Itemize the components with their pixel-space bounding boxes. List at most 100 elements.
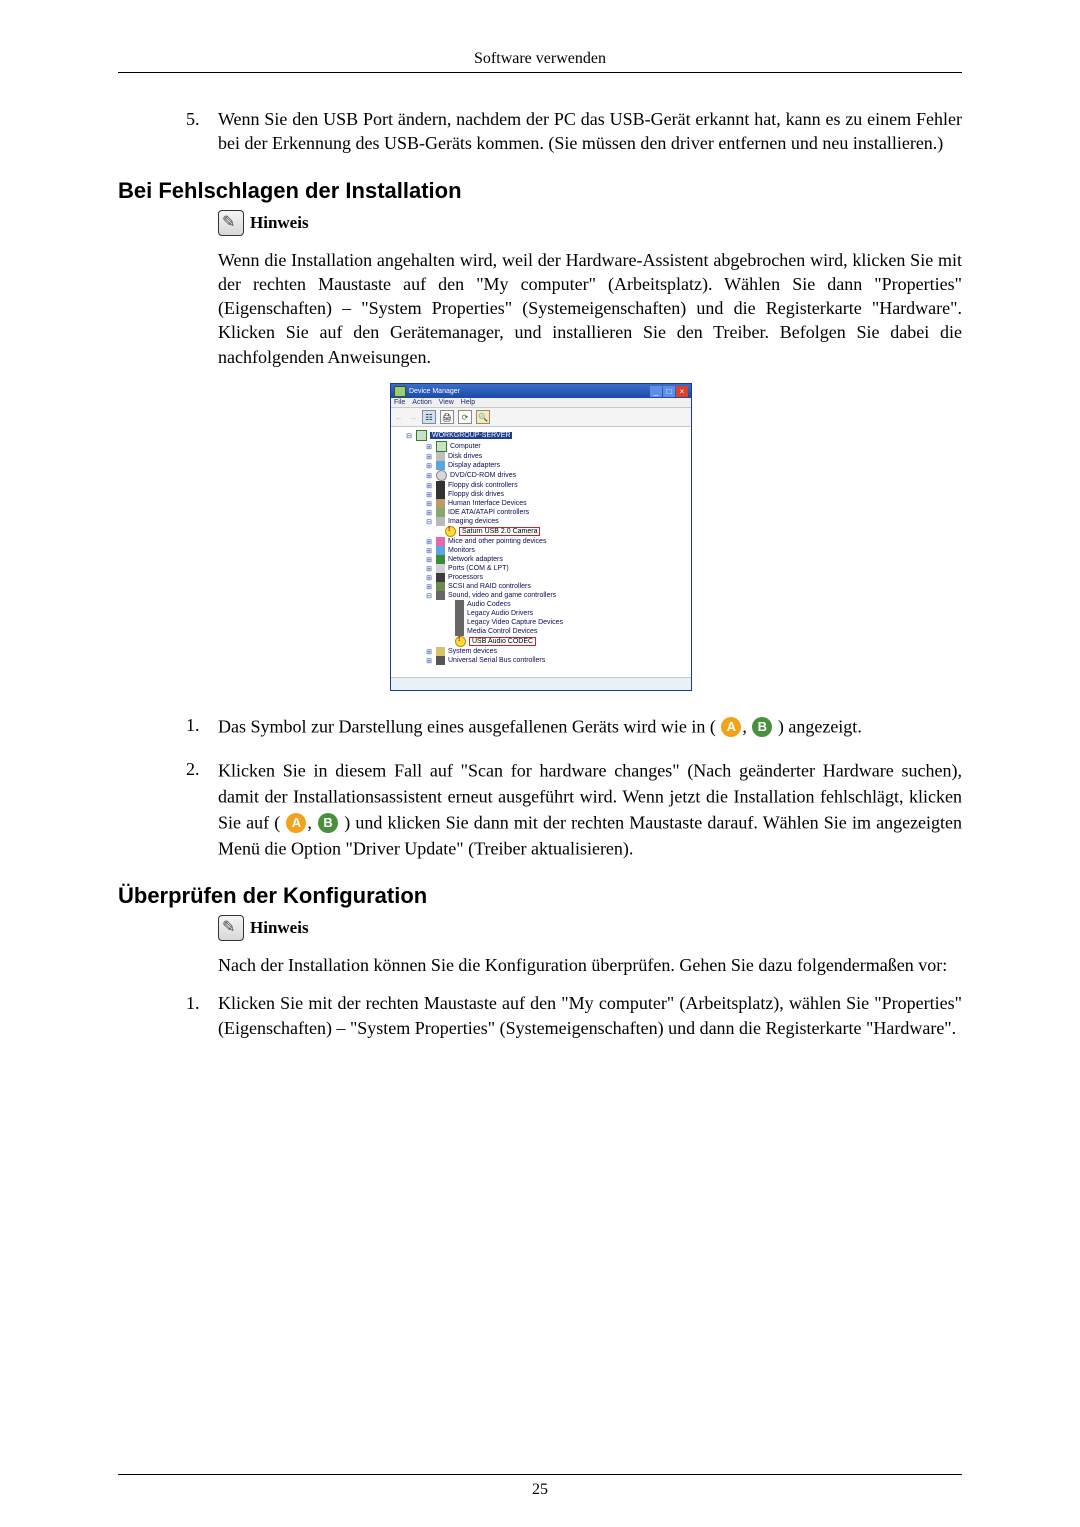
menu-view[interactable]: View	[439, 399, 454, 406]
device-icon	[436, 441, 447, 452]
tree-root[interactable]: WORKGROUP-SERVER	[430, 432, 512, 439]
badge-a-icon: A	[286, 813, 306, 833]
note-icon	[218, 210, 244, 236]
tree-node[interactable]: Media Control Devices	[467, 628, 537, 635]
warning-icon	[455, 636, 466, 647]
tree-body: ⊟ WORKGROUP-SERVER ⊞ Computer⊞ Disk driv…	[391, 427, 691, 677]
tree-sound[interactable]: Sound, video and game controllers	[448, 592, 556, 599]
note-icon	[218, 915, 244, 941]
tree-node[interactable]: Audio Codecs	[467, 601, 511, 608]
figure-device-manager: Device Manager _ □ × File Action View He…	[390, 383, 690, 691]
device-icon	[436, 564, 445, 573]
app-icon	[394, 386, 406, 397]
tree-node[interactable]: System devices	[448, 648, 497, 655]
tree-imaging[interactable]: Imaging devices	[448, 518, 499, 525]
menu-bar: File Action View Help	[391, 398, 691, 408]
list-item-sec2-1: 1. Klicken Sie mit der rechten Maustaste…	[118, 991, 962, 1040]
device-icon	[436, 508, 445, 517]
tree-node[interactable]: Legacy Video Capture Devices	[467, 619, 563, 626]
tree-node[interactable]: Monitors	[448, 547, 475, 554]
device-icon	[436, 582, 445, 591]
list-body: Klicken Sie mit der rechten Maustaste au…	[218, 991, 962, 1040]
device-icon	[436, 555, 445, 564]
note-label: Hinweis	[250, 918, 309, 938]
tree-node[interactable]: Computer	[450, 443, 481, 450]
toolbar-button[interactable]: ☷	[422, 410, 436, 424]
device-icon	[436, 461, 445, 470]
device-icon	[436, 573, 445, 582]
device-icon	[436, 490, 445, 499]
section1-paragraph: Wenn die Installation angehalten wird, w…	[218, 248, 962, 369]
list-body: Klicken Sie in diesem Fall auf "Scan for…	[218, 757, 962, 861]
tree-node[interactable]: IDE ATA/ATAPI controllers	[448, 509, 529, 516]
toolbar-button[interactable]: ⟳	[458, 410, 472, 424]
section-heading-install-fail: Bei Fehlschlagen der Installation	[118, 178, 962, 204]
device-icon	[436, 470, 447, 481]
list-item-5: 5. Wenn Sie den USB Port ändern, nachdem…	[118, 107, 962, 156]
header-rule	[118, 72, 962, 73]
device-icon	[436, 481, 445, 490]
menu-action[interactable]: Action	[412, 399, 431, 406]
list-number: 5.	[118, 107, 218, 156]
sound-child-icon	[455, 618, 464, 627]
page: Software verwenden 5. Wenn Sie den USB P…	[0, 0, 1080, 1527]
page-number: 25	[0, 1481, 1080, 1499]
tree-warn-camera[interactable]: Saturn USB 2.0 Camera	[459, 527, 540, 536]
tree-node[interactable]: Floppy disk controllers	[448, 482, 518, 489]
list-body: Wenn Sie den USB Port ändern, nachdem de…	[218, 107, 962, 156]
device-icon	[436, 647, 445, 656]
tree-node[interactable]: Legacy Audio Drivers	[467, 610, 533, 617]
tree-node[interactable]: SCSI and RAID controllers	[448, 583, 531, 590]
tree-node[interactable]: Ports (COM & LPT)	[448, 565, 509, 572]
sound-child-icon	[455, 600, 464, 609]
minimize-button[interactable]: _	[650, 386, 662, 397]
tree-node[interactable]: Universal Serial Bus controllers	[448, 657, 545, 664]
tree-node[interactable]: Mice and other pointing devices	[448, 538, 546, 545]
note-label: Hinweis	[250, 213, 309, 233]
section-heading-check-config: Überprüfen der Konfiguration	[118, 883, 962, 909]
sound-child-icon	[455, 627, 464, 636]
badge-b-icon: B	[318, 813, 338, 833]
menu-file[interactable]: File	[394, 399, 405, 406]
tree-warn-audio[interactable]: USB Audio CODEC	[469, 637, 536, 646]
badge-b-icon: B	[752, 717, 772, 737]
status-bar	[391, 677, 691, 690]
list-item-1b: 1. Das Symbol zur Darstellung eines ausg…	[118, 713, 962, 739]
tree-node[interactable]: Human Interface Devices	[448, 500, 527, 507]
tree-node[interactable]: DVD/CD-ROM drives	[450, 472, 516, 479]
list-number: 1.	[118, 991, 218, 1040]
close-button[interactable]: ×	[676, 386, 688, 397]
toolbar: ← → ☷ 🖨 ⟳ 🔍	[391, 408, 691, 427]
tree-node[interactable]: Network adapters	[448, 556, 503, 563]
list-number: 2.	[118, 757, 218, 861]
toolbar-button[interactable]: 🔍	[476, 410, 490, 424]
tree-node[interactable]: Disk drives	[448, 453, 482, 460]
window-titlebar: Device Manager _ □ ×	[391, 384, 691, 398]
tree-node[interactable]: Display adapters	[448, 462, 500, 469]
toolbar-button[interactable]: 🖨	[440, 410, 454, 424]
list-body: Das Symbol zur Darstellung eines ausgefa…	[218, 713, 962, 739]
section2-paragraph: Nach der Installation können Sie die Kon…	[218, 953, 962, 977]
device-icon	[436, 499, 445, 508]
device-manager-window: Device Manager _ □ × File Action View He…	[390, 383, 692, 691]
text-run: Das Symbol zur Darstellung eines ausgefa…	[218, 717, 716, 737]
tree-node[interactable]: Floppy disk drives	[448, 491, 504, 498]
list-item-2b: 2. Klicken Sie in diesem Fall auf "Scan …	[118, 757, 962, 861]
device-icon	[436, 537, 445, 546]
note-row: Hinweis	[218, 915, 962, 941]
maximize-button[interactable]: □	[663, 386, 675, 397]
list-number: 1.	[118, 713, 218, 739]
text-run: ) angezeigt.	[778, 717, 862, 737]
device-icon	[436, 656, 445, 665]
device-icon	[436, 452, 445, 461]
sound-icon	[436, 591, 445, 600]
device-icon	[436, 546, 445, 555]
tree-node[interactable]: Processors	[448, 574, 483, 581]
forward-icon[interactable]: →	[408, 411, 418, 423]
menu-help[interactable]: Help	[461, 399, 475, 406]
footer-rule	[118, 1474, 962, 1475]
note-row: Hinweis	[218, 210, 962, 236]
imaging-icon	[436, 517, 445, 526]
running-head: Software verwenden	[118, 50, 962, 68]
back-icon[interactable]: ←	[394, 411, 404, 423]
